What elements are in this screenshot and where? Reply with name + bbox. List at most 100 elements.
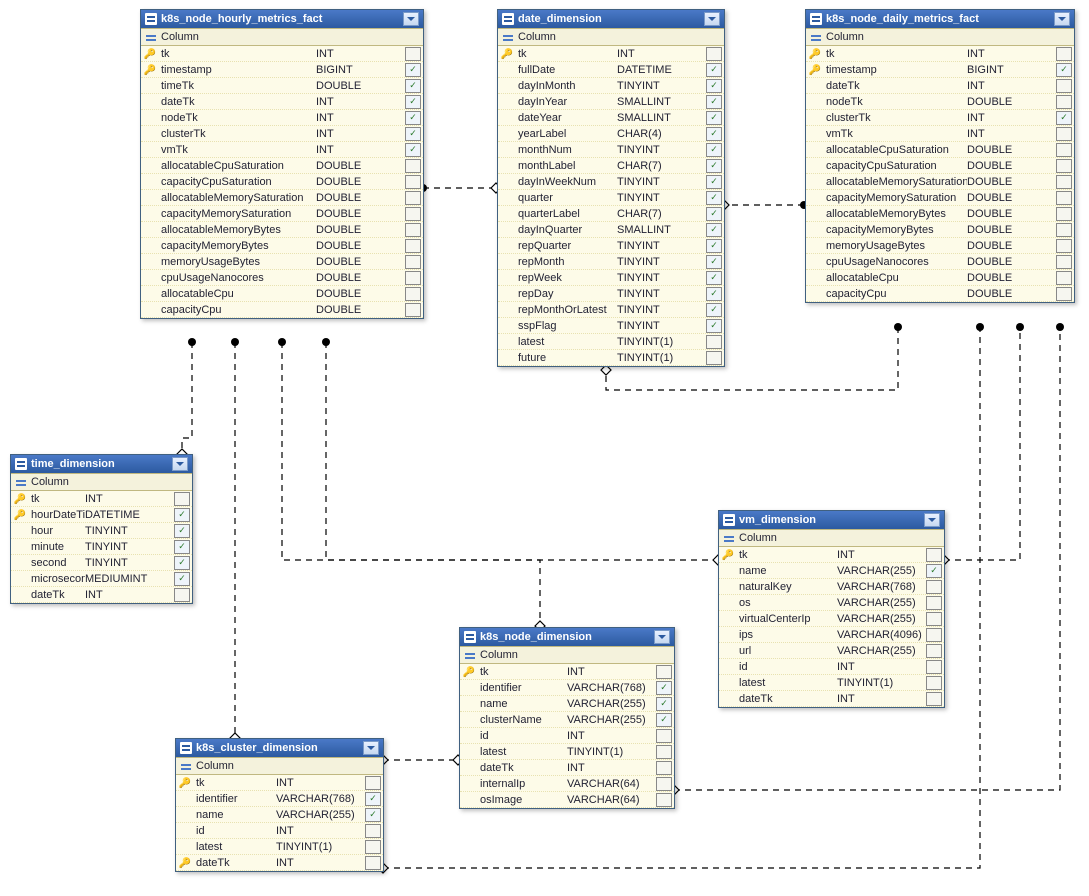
checkbox-icon[interactable]: ✓	[706, 287, 722, 301]
table-row[interactable]: dateTkINT✓	[141, 94, 423, 110]
table-row[interactable]: dayInWeekNumTINYINT✓	[498, 174, 724, 190]
checkbox-icon[interactable]: ✓	[706, 111, 722, 125]
table-row[interactable]: osVARCHAR(255)✓	[719, 595, 944, 611]
table-row[interactable]: memoryUsageBytesDOUBLE✓	[806, 238, 1074, 254]
table-row[interactable]: monthLabelCHAR(7)✓	[498, 158, 724, 174]
table-row[interactable]: allocatableCpuSaturationDOUBLE✓	[141, 158, 423, 174]
table-row[interactable]: identifierVARCHAR(768)✓	[460, 680, 674, 696]
table-row[interactable]: 🔑hourDateTimeDATETIME✓	[11, 507, 192, 523]
table-daily[interactable]: k8s_node_daily_metrics_factColumn🔑tkINT✓…	[805, 9, 1075, 303]
checkbox-icon[interactable]: ✓	[174, 588, 190, 602]
table-row[interactable]: latestTINYINT(1)✓	[498, 334, 724, 350]
table-row[interactable]: allocatableMemorySaturationDOUBLE✓	[806, 174, 1074, 190]
collapse-icon[interactable]	[363, 741, 379, 755]
checkbox-icon[interactable]: ✓	[1056, 255, 1072, 269]
table-row[interactable]: osImageVARCHAR(64)✓	[460, 792, 674, 808]
table-row[interactable]: internalIpVARCHAR(64)✓	[460, 776, 674, 792]
table-cluster[interactable]: k8s_cluster_dimensionColumn🔑tkINT✓identi…	[175, 738, 384, 872]
table-time[interactable]: time_dimensionColumn🔑tkINT✓🔑hourDateTime…	[10, 454, 193, 604]
checkbox-icon[interactable]: ✓	[405, 63, 421, 77]
checkbox-icon[interactable]: ✓	[706, 79, 722, 93]
table-row[interactable]: dayInQuarterSMALLINT✓	[498, 222, 724, 238]
table-row[interactable]: dateTkINT✓	[719, 691, 944, 707]
table-row[interactable]: 🔑tkINT✓	[719, 547, 944, 563]
checkbox-icon[interactable]: ✓	[1056, 191, 1072, 205]
checkbox-icon[interactable]: ✓	[405, 207, 421, 221]
table-header[interactable]: vm_dimension	[719, 511, 944, 529]
checkbox-icon[interactable]: ✓	[656, 761, 672, 775]
table-row[interactable]: ipsVARCHAR(4096)✓	[719, 627, 944, 643]
checkbox-icon[interactable]: ✓	[365, 856, 381, 870]
table-row[interactable]: 🔑tkINT✓	[141, 46, 423, 62]
collapse-icon[interactable]	[172, 457, 188, 471]
checkbox-icon[interactable]: ✓	[706, 319, 722, 333]
checkbox-icon[interactable]: ✓	[656, 729, 672, 743]
checkbox-icon[interactable]: ✓	[926, 660, 942, 674]
checkbox-icon[interactable]: ✓	[405, 47, 421, 61]
table-row[interactable]: capacityMemoryBytesDOUBLE✓	[806, 222, 1074, 238]
table-row[interactable]: dateYearSMALLINT✓	[498, 110, 724, 126]
collapse-icon[interactable]	[704, 12, 720, 26]
table-row[interactable]: memoryUsageBytesDOUBLE✓	[141, 254, 423, 270]
checkbox-icon[interactable]: ✓	[1056, 223, 1072, 237]
table-row[interactable]: 🔑tkINT✓	[176, 775, 383, 791]
table-row[interactable]: repWeekTINYINT✓	[498, 270, 724, 286]
table-row[interactable]: nameVARCHAR(255)✓	[460, 696, 674, 712]
table-header[interactable]: date_dimension	[498, 10, 724, 28]
table-row[interactable]: idINT✓	[176, 823, 383, 839]
table-row[interactable]: 🔑tkINT✓	[460, 664, 674, 680]
table-row[interactable]: minuteTINYINT✓	[11, 539, 192, 555]
checkbox-icon[interactable]: ✓	[706, 239, 722, 253]
table-row[interactable]: dateTkINT✓	[460, 760, 674, 776]
table-row[interactable]: clusterTkINT✓	[806, 110, 1074, 126]
table-row[interactable]: nodeTkINT✓	[141, 110, 423, 126]
checkbox-icon[interactable]: ✓	[405, 191, 421, 205]
checkbox-icon[interactable]: ✓	[405, 127, 421, 141]
table-row[interactable]: quarterTINYINT✓	[498, 190, 724, 206]
table-row[interactable]: microsecondMEDIUMINT✓	[11, 571, 192, 587]
table-row[interactable]: 🔑dateTkINT✓	[176, 855, 383, 871]
checkbox-icon[interactable]: ✓	[1056, 287, 1072, 301]
checkbox-icon[interactable]: ✓	[405, 143, 421, 157]
table-row[interactable]: clusterNameVARCHAR(255)✓	[460, 712, 674, 728]
table-row[interactable]: capacityCpuDOUBLE✓	[806, 286, 1074, 302]
table-row[interactable]: dateTkINT✓	[11, 587, 192, 603]
table-row[interactable]: monthNumTINYINT✓	[498, 142, 724, 158]
table-row[interactable]: repMonthOrLatestTINYINT✓	[498, 302, 724, 318]
table-row[interactable]: dayInYearSMALLINT✓	[498, 94, 724, 110]
checkbox-icon[interactable]: ✓	[174, 524, 190, 538]
collapse-icon[interactable]	[654, 630, 670, 644]
table-row[interactable]: allocatableMemoryBytesDOUBLE✓	[141, 222, 423, 238]
table-row[interactable]: 🔑timestampBIGINT✓	[806, 62, 1074, 78]
table-row[interactable]: capacityMemorySaturationDOUBLE✓	[141, 206, 423, 222]
checkbox-icon[interactable]: ✓	[706, 47, 722, 61]
collapse-icon[interactable]	[924, 513, 940, 527]
table-header[interactable]: time_dimension	[11, 455, 192, 473]
checkbox-icon[interactable]: ✓	[174, 556, 190, 570]
table-row[interactable]: secondTINYINT✓	[11, 555, 192, 571]
table-hourly[interactable]: k8s_node_hourly_metrics_factColumn🔑tkINT…	[140, 9, 424, 319]
table-row[interactable]: allocatableCpuDOUBLE✓	[806, 270, 1074, 286]
checkbox-icon[interactable]: ✓	[174, 508, 190, 522]
table-row[interactable]: capacityMemoryBytesDOUBLE✓	[141, 238, 423, 254]
checkbox-icon[interactable]: ✓	[706, 223, 722, 237]
table-row[interactable]: allocatableMemoryBytesDOUBLE✓	[806, 206, 1074, 222]
table-row[interactable]: urlVARCHAR(255)✓	[719, 643, 944, 659]
table-row[interactable]: repQuarterTINYINT✓	[498, 238, 724, 254]
checkbox-icon[interactable]: ✓	[405, 255, 421, 269]
table-row[interactable]: 🔑timestampBIGINT✓	[141, 62, 423, 78]
table-row[interactable]: fullDateDATETIME✓	[498, 62, 724, 78]
table-row[interactable]: virtualCenterIpVARCHAR(255)✓	[719, 611, 944, 627]
checkbox-icon[interactable]: ✓	[405, 79, 421, 93]
checkbox-icon[interactable]: ✓	[1056, 143, 1072, 157]
checkbox-icon[interactable]: ✓	[706, 303, 722, 317]
table-row[interactable]: latestTINYINT(1)✓	[460, 744, 674, 760]
checkbox-icon[interactable]: ✓	[706, 127, 722, 141]
checkbox-icon[interactable]: ✓	[706, 159, 722, 173]
checkbox-icon[interactable]: ✓	[926, 612, 942, 626]
checkbox-icon[interactable]: ✓	[706, 63, 722, 77]
table-row[interactable]: repMonthTINYINT✓	[498, 254, 724, 270]
checkbox-icon[interactable]: ✓	[926, 692, 942, 706]
checkbox-icon[interactable]: ✓	[656, 777, 672, 791]
table-row[interactable]: allocatableCpuDOUBLE✓	[141, 286, 423, 302]
